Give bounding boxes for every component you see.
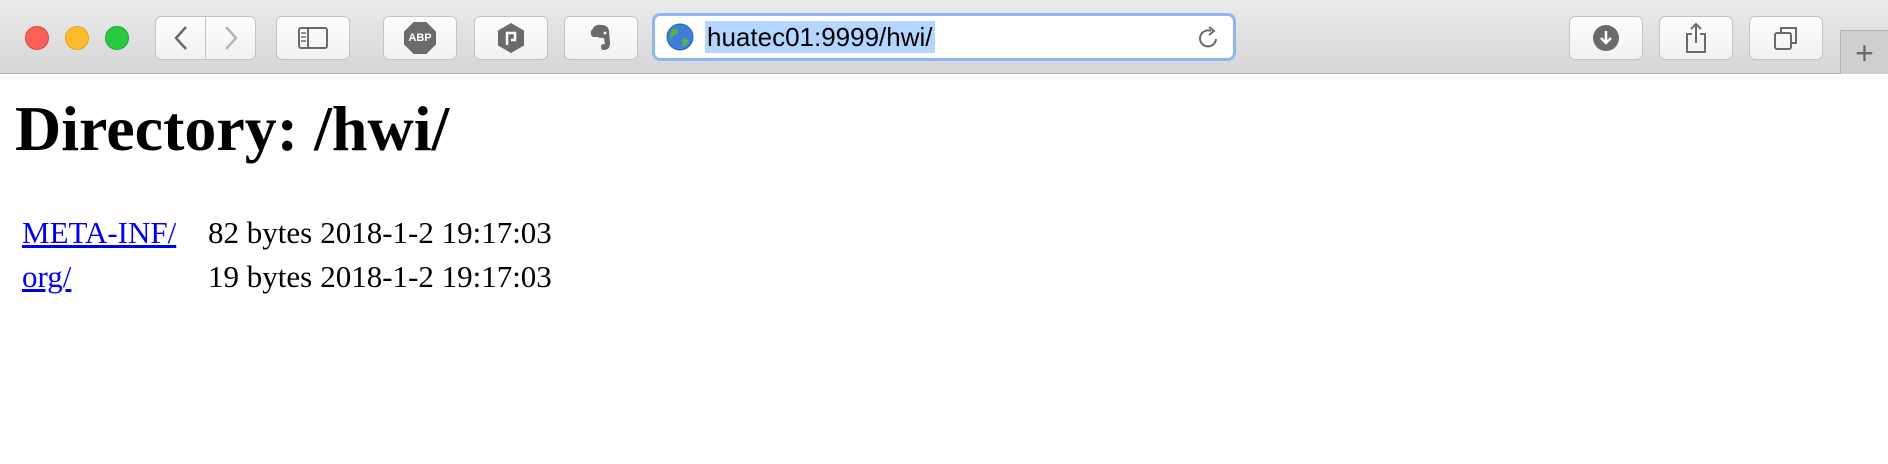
elephant-icon: [590, 24, 610, 50]
download-icon: [1593, 25, 1619, 51]
show-tabs-button[interactable]: [1749, 16, 1823, 60]
adblock-button[interactable]: ABP: [383, 16, 457, 60]
modified-date: 2018-1-2 19:17:03: [320, 215, 552, 250]
file-size: 19 bytes: [208, 259, 313, 294]
minimize-window-button[interactable]: [65, 26, 89, 50]
back-button[interactable]: [155, 16, 206, 60]
directory-listing: META-INF/ 82 bytes 2018-1-2 19:17:03 org…: [18, 209, 560, 301]
new-tab-button[interactable]: +: [1840, 30, 1888, 74]
close-window-button[interactable]: [25, 26, 49, 50]
modified-date: 2018-1-2 19:17:03: [320, 259, 552, 294]
table-row: org/ 19 bytes 2018-1-2 19:17:03: [22, 257, 556, 297]
sidebar-icon: [298, 27, 328, 49]
browser-toolbar: ABP huatec01:9999/hwi/ +: [0, 0, 1888, 74]
extension-button[interactable]: [474, 16, 548, 60]
maximize-window-button[interactable]: [105, 26, 129, 50]
address-bar[interactable]: huatec01:9999/hwi/: [652, 13, 1236, 61]
sidebar-button[interactable]: [276, 16, 350, 60]
url-text[interactable]: huatec01:9999/hwi/: [705, 21, 935, 53]
page-title: Directory: /hwi/: [15, 93, 450, 164]
share-button[interactable]: [1659, 16, 1733, 60]
hexagon-icon: [498, 23, 524, 53]
plus-icon: +: [1855, 34, 1874, 71]
share-icon: [1686, 22, 1706, 53]
reload-icon[interactable]: [1195, 25, 1221, 51]
directory-link[interactable]: org/: [22, 259, 71, 294]
directory-link[interactable]: META-INF/: [22, 215, 176, 250]
chevron-left-icon: [173, 26, 187, 50]
tabs-overview-icon: [1774, 27, 1797, 50]
adblock-label: ABP: [408, 32, 432, 44]
evernote-button[interactable]: [564, 16, 638, 60]
chevron-right-icon: [224, 26, 238, 50]
page-content: Directory: /hwi/ META-INF/ 82 bytes 2018…: [0, 74, 1888, 464]
downloads-button[interactable]: [1569, 16, 1643, 60]
globe-icon: [666, 23, 694, 51]
adblock-icon: ABP: [404, 22, 436, 54]
forward-button[interactable]: [205, 16, 256, 60]
table-row: META-INF/ 82 bytes 2018-1-2 19:17:03: [22, 213, 556, 253]
file-size: 82 bytes: [208, 215, 313, 250]
